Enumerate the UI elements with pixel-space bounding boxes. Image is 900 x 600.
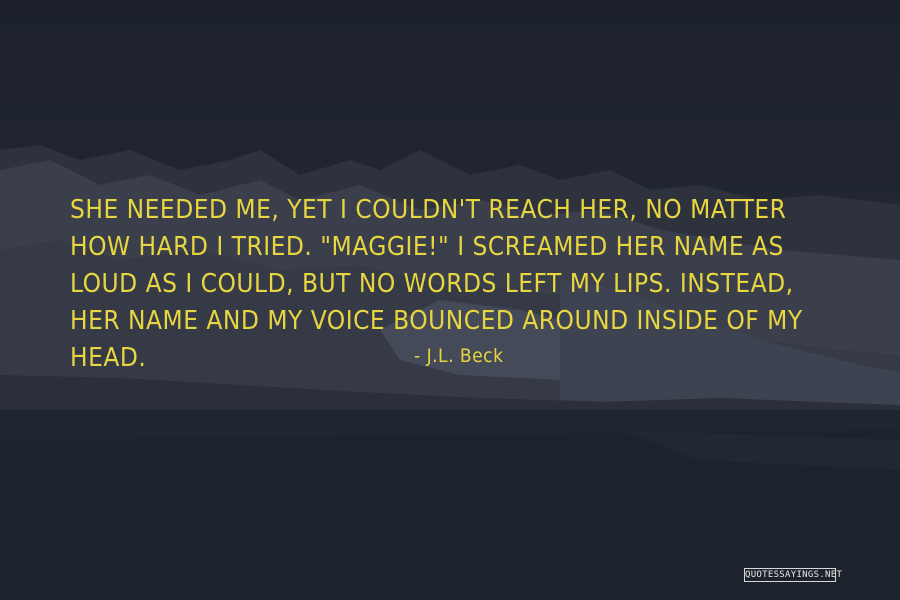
quote-author: - J.L. Beck <box>414 345 504 367</box>
site-watermark: QUOTESSAYINGS.NET <box>744 568 843 582</box>
background-scene: She needed me, yet I couldn't reach her,… <box>0 0 900 600</box>
